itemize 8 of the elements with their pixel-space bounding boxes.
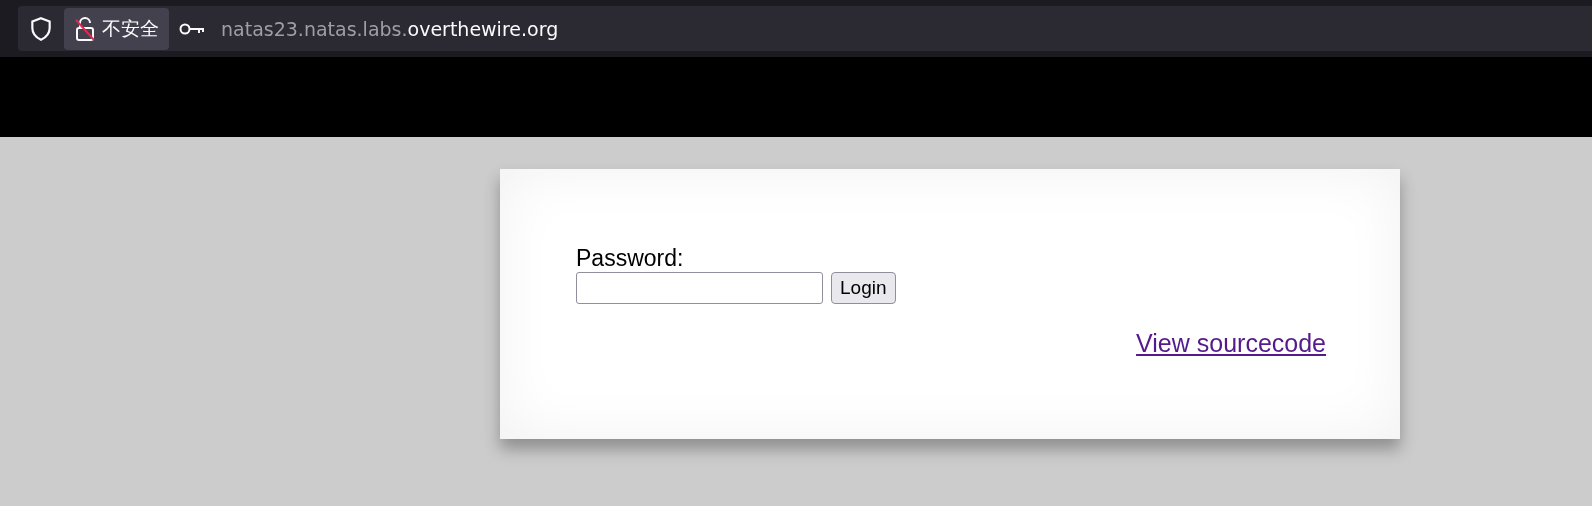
view-sourcecode-link[interactable]: View sourcecode <box>1136 329 1326 358</box>
shield-icon[interactable] <box>28 15 54 42</box>
security-indicator[interactable]: 不安全 <box>64 7 169 50</box>
key-icon[interactable] <box>179 21 205 36</box>
password-field[interactable] <box>576 272 823 304</box>
password-label: Password: <box>576 245 684 271</box>
url-text[interactable]: natas23.natas.labs.overthewire.org <box>221 17 559 40</box>
login-button[interactable]: Login <box>831 272 896 304</box>
